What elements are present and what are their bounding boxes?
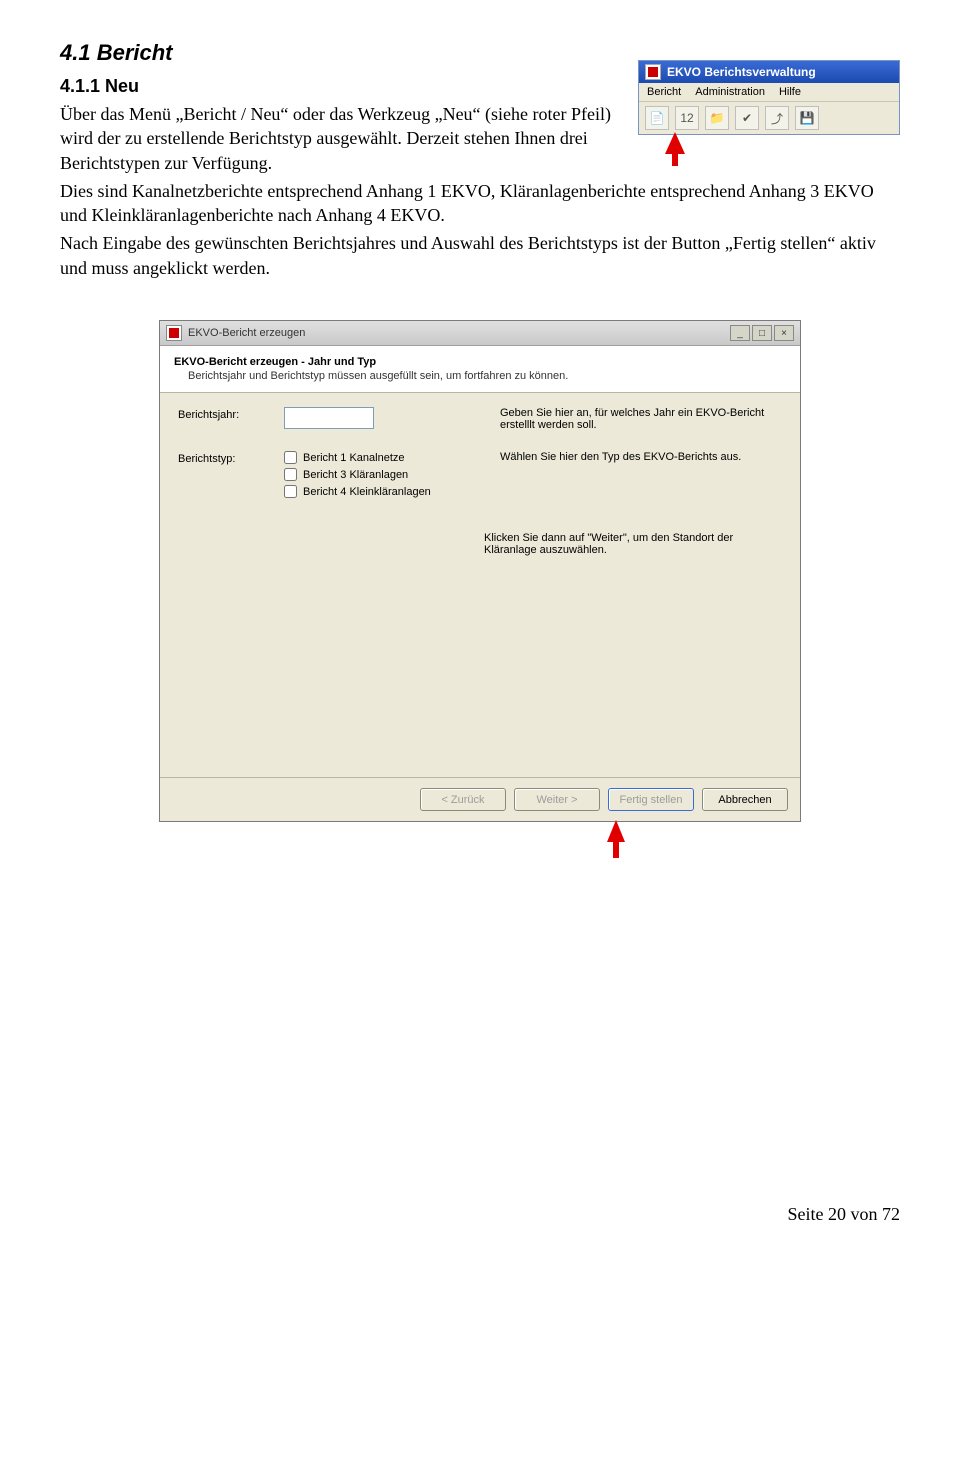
toolbar-badge: 12 [675,106,699,130]
red-arrow-finish-icon [607,820,625,842]
close-button[interactable]: × [774,325,794,341]
checkbox-klaeranlagen[interactable] [284,468,297,481]
wizard-note: Klicken Sie dann auf "Weiter", um den St… [484,532,782,556]
cancel-button[interactable]: Abbrechen [702,788,788,811]
menu-bericht[interactable]: Bericht [647,86,681,98]
body-paragraph-3: Nach Eingabe des gewünschten Berichtsjah… [60,231,900,280]
wizard-body: Berichtsjahr: Geben Sie hier an, für wel… [160,393,800,777]
body-paragraph-1: Über das Menü „Bericht / Neu“ oder das W… [60,102,620,175]
wizard-title-bar: EKVO-Bericht erzeugen _ □ × [160,321,800,346]
checkbox-kleinklaeranlagen-label: Bericht 4 Kleinkläranlagen [303,486,431,498]
app-titlebar: EKVO Berichtsverwaltung [639,61,899,83]
toolbar-save-icon[interactable]: 💾 [795,106,819,130]
toolbar-new-icon[interactable]: 📄 [645,106,669,130]
wizard-header: EKVO-Bericht erzeugen - Jahr und Typ Ber… [160,346,800,393]
year-hint: Geben Sie hier an, für welches Jahr ein … [500,407,782,431]
menu-administration[interactable]: Administration [695,86,765,98]
back-button: < Zurück [420,788,506,811]
maximize-button[interactable]: □ [752,325,772,341]
wizard-header-title: EKVO-Bericht erzeugen - Jahr und Typ [174,356,786,368]
red-arrow-icon [665,132,685,154]
wizard-window-title: EKVO-Bericht erzeugen [188,327,305,339]
body-paragraph-2: Dies sind Kanalnetzberichte entsprechend… [60,179,900,228]
toolbar-folder-icon[interactable]: 📁 [705,106,729,130]
checkbox-kanalnetze[interactable] [284,451,297,464]
finish-button[interactable]: Fertig stellen [608,788,694,811]
toolbar-verify-icon[interactable]: ✔ [735,106,759,130]
menu-hilfe[interactable]: Hilfe [779,86,801,98]
app-toolbar: 📄 12 📁 ✔ ⤴ 💾 [639,101,899,134]
minimize-button[interactable]: _ [730,325,750,341]
page-footer: Seite 20 von 72 [60,1204,900,1225]
wizard-button-bar: < Zurück Weiter > Fertig stellen Abbrech… [160,777,800,821]
next-button: Weiter > [514,788,600,811]
wizard-header-sub: Berichtsjahr und Berichtstyp müssen ausg… [174,370,786,382]
year-input[interactable] [284,407,374,429]
checkbox-kleinklaeranlagen[interactable] [284,485,297,498]
wizard-crest-icon [166,325,182,341]
checkbox-kanalnetze-label: Bericht 1 Kanalnetze [303,452,405,464]
wizard-dialog: EKVO-Bericht erzeugen _ □ × EKVO-Bericht… [159,320,801,822]
type-hint: Wählen Sie hier den Typ des EKVO-Bericht… [500,451,782,463]
toolbar-export-icon[interactable]: ⤴ [765,106,789,130]
checkbox-klaeranlagen-label: Bericht 3 Kläranlagen [303,469,408,481]
type-label: Berichtstyp: [178,451,268,465]
app-menubar: Bericht Administration Hilfe [639,83,899,101]
app-title: EKVO Berichtsverwaltung [667,65,816,79]
app-thumbnail: EKVO Berichtsverwaltung Bericht Administ… [638,60,900,135]
year-label: Berichtsjahr: [178,407,268,421]
app-crest-icon [645,64,661,80]
